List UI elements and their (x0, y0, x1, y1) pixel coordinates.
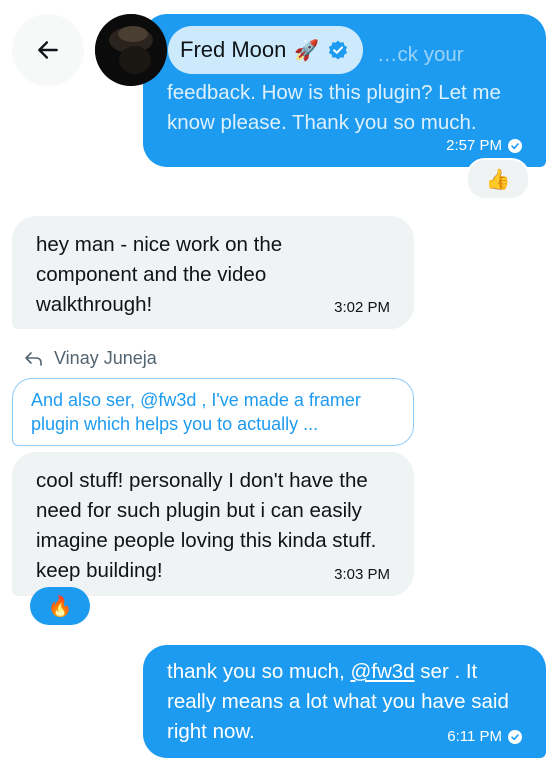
message-text: hey man - nice work on the component and… (36, 233, 283, 316)
quoted-text: And also ser, @fw3d , I've made a framer… (31, 390, 361, 434)
reaction-thumbs-up[interactable]: 👍 (466, 158, 530, 200)
back-button[interactable] (12, 14, 84, 86)
read-check-icon (508, 730, 522, 744)
message-timestamp: 3:02 PM (334, 299, 390, 316)
reply-author: Vinay Juneja (54, 348, 157, 368)
message-timestamp: 3:03 PM (334, 566, 390, 583)
timestamp-text: 6:11 PM (447, 728, 502, 745)
fire-icon: 🔥 (47, 595, 73, 618)
mention-link[interactable]: @fw3d (350, 660, 414, 683)
verified-badge-icon (329, 40, 348, 60)
message-outgoing[interactable]: thank you so much, @fw3d ser . It really… (143, 645, 546, 758)
conversation-header: Fred Moon 🚀 (0, 0, 560, 96)
thumbs-up-icon: 👍 (485, 168, 511, 191)
arrow-left-icon (38, 41, 58, 59)
avatar-photo (95, 14, 167, 86)
quoted-message[interactable]: And also ser, @fw3d , I've made a framer… (12, 378, 414, 446)
read-check-icon (508, 139, 522, 153)
message-text-start: thank you so much, (167, 660, 351, 683)
reaction-fire[interactable]: 🔥 (30, 587, 90, 625)
message-incoming[interactable]: hey man - nice work on the component and… (12, 216, 414, 329)
reply-arrow-icon (25, 351, 42, 366)
message-timestamp: 6:11 PM (447, 728, 522, 746)
rocket-icon: 🚀 (294, 39, 320, 62)
avatar[interactable] (95, 14, 167, 86)
contact-name-pill[interactable]: Fred Moon 🚀 (168, 26, 364, 74)
contact-name: Fred Moon (180, 37, 287, 62)
message-timestamp: 2:57 PM (446, 137, 522, 155)
message-incoming[interactable]: cool stuff! personally I don't have the … (12, 452, 414, 596)
timestamp-text: 2:57 PM (446, 137, 502, 154)
reply-reference: Vinay Juneja (24, 348, 157, 369)
dm-conversation: …ck your feedback. How is this plugin? L… (0, 0, 560, 776)
